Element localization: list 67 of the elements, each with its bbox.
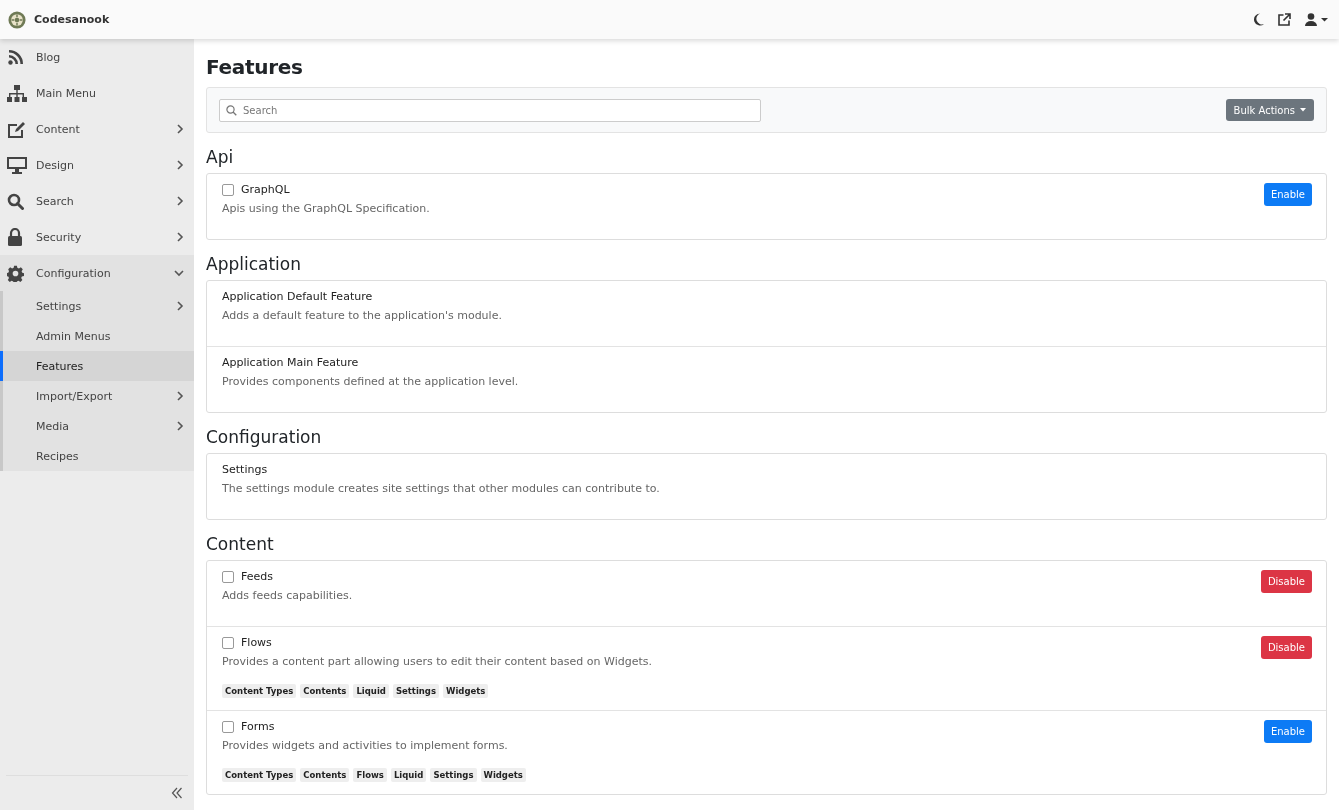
page-title: Features [206,55,304,79]
dependency-tag: Content Types [222,684,297,698]
dependency-tag: Liquid [353,684,389,698]
user-menu-icon[interactable] [1305,13,1329,26]
dependency-tag: Flows [353,768,387,782]
dependency-tag: Settings [430,768,477,782]
dependency-tag: Content Types [222,768,297,782]
sidebar-item[interactable]: Design [0,147,194,183]
collapse-icon[interactable] [171,787,183,799]
sidebar-subitem[interactable]: Settings [0,291,194,321]
dependency-tag: Contents [300,768,350,782]
enable-button[interactable]: Enable [1263,720,1312,743]
feature-description: The settings module creates site settings that other modules can contribute to. [222,482,661,495]
feature-description: Adds a default feature to the application's module. [222,309,503,322]
dependency-tag: Settings [392,684,439,698]
sidebar-item[interactable]: Search [0,183,194,219]
search-icon [226,104,237,116]
sitemap-icon [7,84,27,102]
feature-description: Apis using the GraphQL Specification. [222,202,431,215]
sidebar-subitem[interactable]: Media [0,411,194,441]
dependency-tag: Widgets [480,768,526,782]
moon-icon[interactable] [1252,13,1264,26]
checkbox[interactable] [222,570,234,583]
feature-name: Flows [241,636,272,649]
sidebar-item[interactable]: Content [0,111,194,147]
sidebar-item[interactable]: Main Menu [0,75,194,111]
rss-icon [7,49,25,65]
section-heading: Configuration [206,427,323,447]
dependency-tag: Liquid [390,768,427,782]
feature-name: GraphQL [241,183,290,196]
external-link-icon[interactable] [1278,13,1291,26]
checkbox[interactable] [222,720,234,733]
search-icon [7,192,24,210]
sidebar-subitem[interactable]: Import/Export [0,381,194,411]
monitor-icon [7,156,27,174]
feature-name: Application Default Feature [222,290,373,303]
sidebar-subitem[interactable]: Features [0,351,194,381]
checkbox[interactable] [222,183,234,196]
feature-name: Forms [241,720,275,733]
section-heading: Content [206,534,275,554]
logo-icon [8,10,26,29]
sidebar-subitem[interactable]: Admin Menus [0,321,194,351]
search-field[interactable]: Search [219,98,761,122]
feature-name: Feeds [241,570,273,583]
sidebar-subitem[interactable]: Recipes [0,441,194,471]
edit-icon [7,120,26,138]
settings-icon [7,264,24,282]
section-heading: Application [206,254,302,274]
dependency-tag: Contents [300,684,350,698]
feature-description: Provides components defined at the application level. [222,375,520,388]
disable-button[interactable]: Disable [1260,570,1312,593]
feature-name: Application Main Feature [222,356,359,369]
sidebar-item[interactable]: Security [0,219,194,255]
feature-description: Adds feeds capabilities. [222,589,354,602]
sidebar-item[interactable]: Blog [0,39,194,75]
section-heading: Api [206,147,235,167]
feature-description: Provides a content part allowing users to edit their content based on Widgets. [222,655,653,668]
lock-icon [7,228,23,246]
checkbox[interactable] [222,636,234,649]
caret-icon [1300,108,1306,112]
enable-button[interactable]: Enable [1263,183,1312,206]
feature-name: Settings [222,463,268,476]
feature-description: Provides widgets and activities to implement forms. [222,739,509,752]
dependency-tag: Widgets [443,684,489,698]
disable-button[interactable]: Disable [1260,636,1312,659]
brand-name[interactable]: Codesanook [34,13,110,26]
bulk-actions-button[interactable]: Bulk Actions [1225,99,1314,121]
